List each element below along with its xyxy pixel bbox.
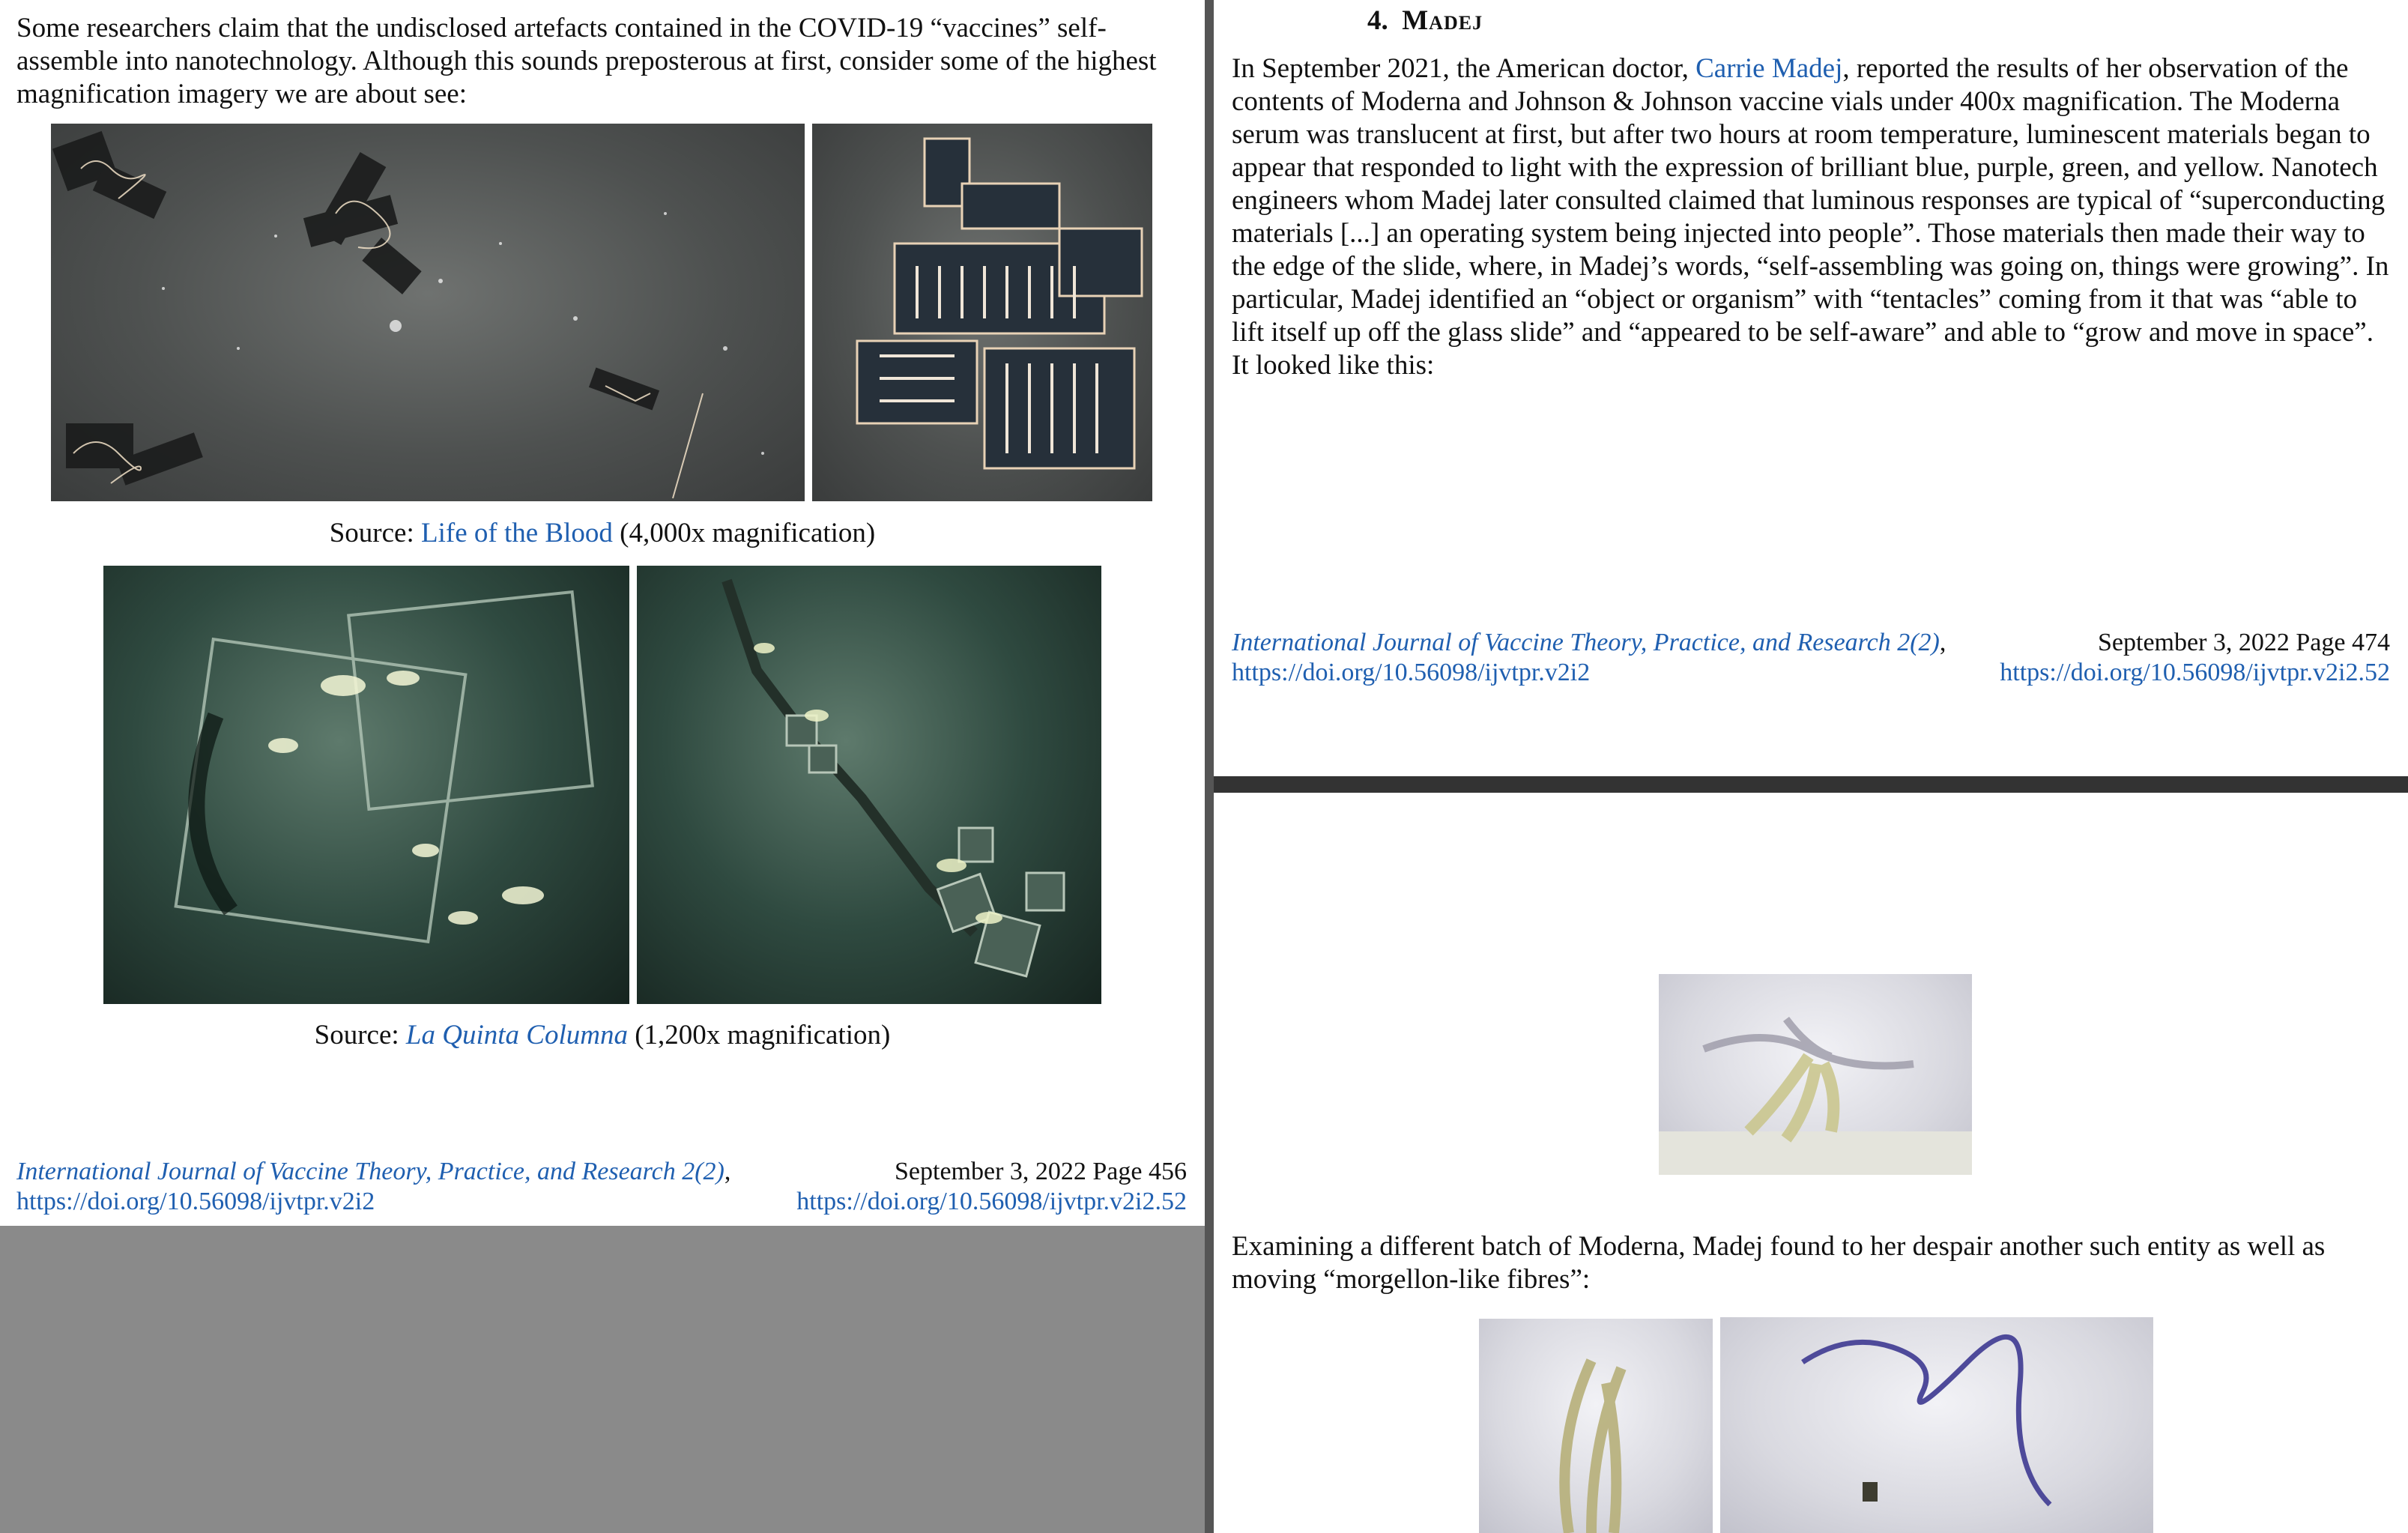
journal-doi-link[interactable]: https://doi.org/10.56098/ijvtpr.v2i2 [1232, 658, 1946, 688]
footer-right: September 3, 2022 Page 474 https://doi.o… [2000, 628, 2390, 688]
fibre-image-2 [1720, 1317, 2153, 1533]
article-doi-link[interactable]: https://doi.org/10.56098/ijvtpr.v2i2.52 [2000, 658, 2390, 688]
footer-date-page: September 3, 2022 Page 474 [2098, 629, 2390, 656]
caption-prefix: Source: [329, 518, 422, 548]
footer-left: International Journal of Vaccine Theory,… [16, 1157, 730, 1217]
paragraph-rest: , reported the results of her observatio… [1232, 53, 2389, 381]
footer-comma: , [724, 1158, 731, 1185]
document-page-456: Some researchers claim that the undisclo… [0, 0, 1205, 1226]
footer-right: September 3, 2022 Page 456 https://doi.o… [796, 1157, 1187, 1217]
carrie-madej-link[interactable]: Carrie Madej [1695, 53, 1842, 84]
page-divider-horizontal [1214, 776, 2408, 793]
section-title: Madej [1402, 5, 1483, 36]
footer-comma: , [1939, 629, 1946, 656]
caption-life-of-the-blood: Source: Life of the Blood (4,000x magnif… [0, 517, 1205, 550]
document-page-next: Examining a different batch of Moderna, … [1214, 793, 2408, 1533]
life-of-the-blood-link[interactable]: Life of the Blood [421, 518, 613, 548]
nanostructure-image-1 [51, 124, 805, 501]
article-doi-link[interactable]: https://doi.org/10.56098/ijvtpr.v2i2.52 [796, 1187, 1187, 1217]
moderna-batch-paragraph: Examining a different batch of Moderna, … [1232, 1231, 2326, 1295]
madej-paragraph: In September 2021, the American doctor, … [1232, 52, 2395, 382]
section-heading: 4. Madej [1367, 4, 1483, 37]
page-divider-vertical [1205, 0, 1214, 1533]
tentacle-organism-image [1659, 974, 1972, 1175]
nanostructure-image-2 [812, 124, 1152, 501]
la-quinta-columna-link[interactable]: La Quinta Columna [406, 1020, 628, 1050]
section-number: 4. [1367, 5, 1388, 36]
crystal-image-2 [637, 566, 1101, 1004]
crystal-image-1 [103, 566, 629, 1004]
caption-la-quinta-columna: Source: La Quinta Columna (1,200x magnif… [0, 1019, 1205, 1052]
journal-doi-link[interactable]: https://doi.org/10.56098/ijvtpr.v2i2 [16, 1187, 730, 1217]
document-page-474: 4. Madej In September 2021, the American… [1214, 0, 2408, 776]
footer-date-page: September 3, 2022 Page 456 [895, 1158, 1187, 1185]
caption-prefix: Source: [314, 1020, 406, 1050]
caption-suffix: (1,200x magnification) [627, 1020, 891, 1050]
paragraph-start: In September 2021, the American doctor, [1232, 53, 1696, 84]
journal-citation-link[interactable]: International Journal of Vaccine Theory,… [16, 1158, 724, 1185]
fibre-image-1 [1479, 1319, 1713, 1533]
intro-paragraph: Some researchers claim that the undisclo… [16, 13, 1157, 109]
journal-citation-link[interactable]: International Journal of Vaccine Theory,… [1232, 629, 1940, 656]
footer-left: International Journal of Vaccine Theory,… [1232, 628, 1946, 688]
caption-suffix: (4,000x magnification) [612, 518, 876, 548]
